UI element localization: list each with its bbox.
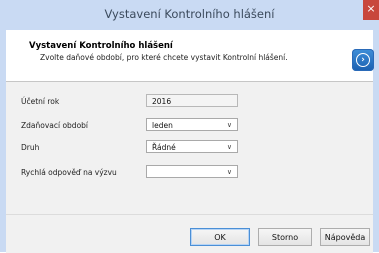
close-button[interactable]: ×	[363, 0, 379, 20]
header-title: Vystavení Kontrolního hlášení	[29, 41, 173, 51]
window-title: Vystavení Kontrolního hlášení	[104, 7, 275, 21]
button-bar: OK Storno Nápověda	[6, 214, 373, 253]
chevron-down-icon: ∨	[226, 168, 232, 176]
form-area: Účetní rok 2016 Zdaňovací období leden ∨…	[6, 82, 373, 214]
wizard-arrow-icon: ›	[352, 49, 374, 71]
type-label: Druh	[21, 143, 40, 152]
year-value: 2016	[152, 97, 172, 106]
type-value: Řádné	[152, 143, 176, 152]
period-label: Zdaňovací období	[21, 121, 89, 130]
type-select[interactable]: Řádné ∨	[146, 140, 238, 153]
title-bar: Vystavení Kontrolního hlášení ×	[0, 0, 379, 30]
wizard-header: Vystavení Kontrolního hlášení Zvolte daň…	[6, 30, 374, 82]
period-select[interactable]: leden ∨	[146, 118, 238, 131]
chevron-down-icon: ∨	[226, 121, 232, 129]
period-value: leden	[152, 121, 173, 130]
ok-button[interactable]: OK	[190, 228, 250, 246]
cancel-button[interactable]: Storno	[258, 228, 312, 246]
year-label: Účetní rok	[21, 97, 60, 106]
response-select[interactable]: ∨	[146, 165, 238, 178]
help-button[interactable]: Nápověda	[320, 228, 370, 246]
chevron-down-icon: ∨	[226, 143, 232, 151]
header-subtitle: Zvolte daňové období, pro které chcete v…	[40, 53, 288, 62]
year-field: 2016	[146, 94, 238, 107]
response-label: Rychlá odpověď na výzvu	[21, 168, 117, 177]
